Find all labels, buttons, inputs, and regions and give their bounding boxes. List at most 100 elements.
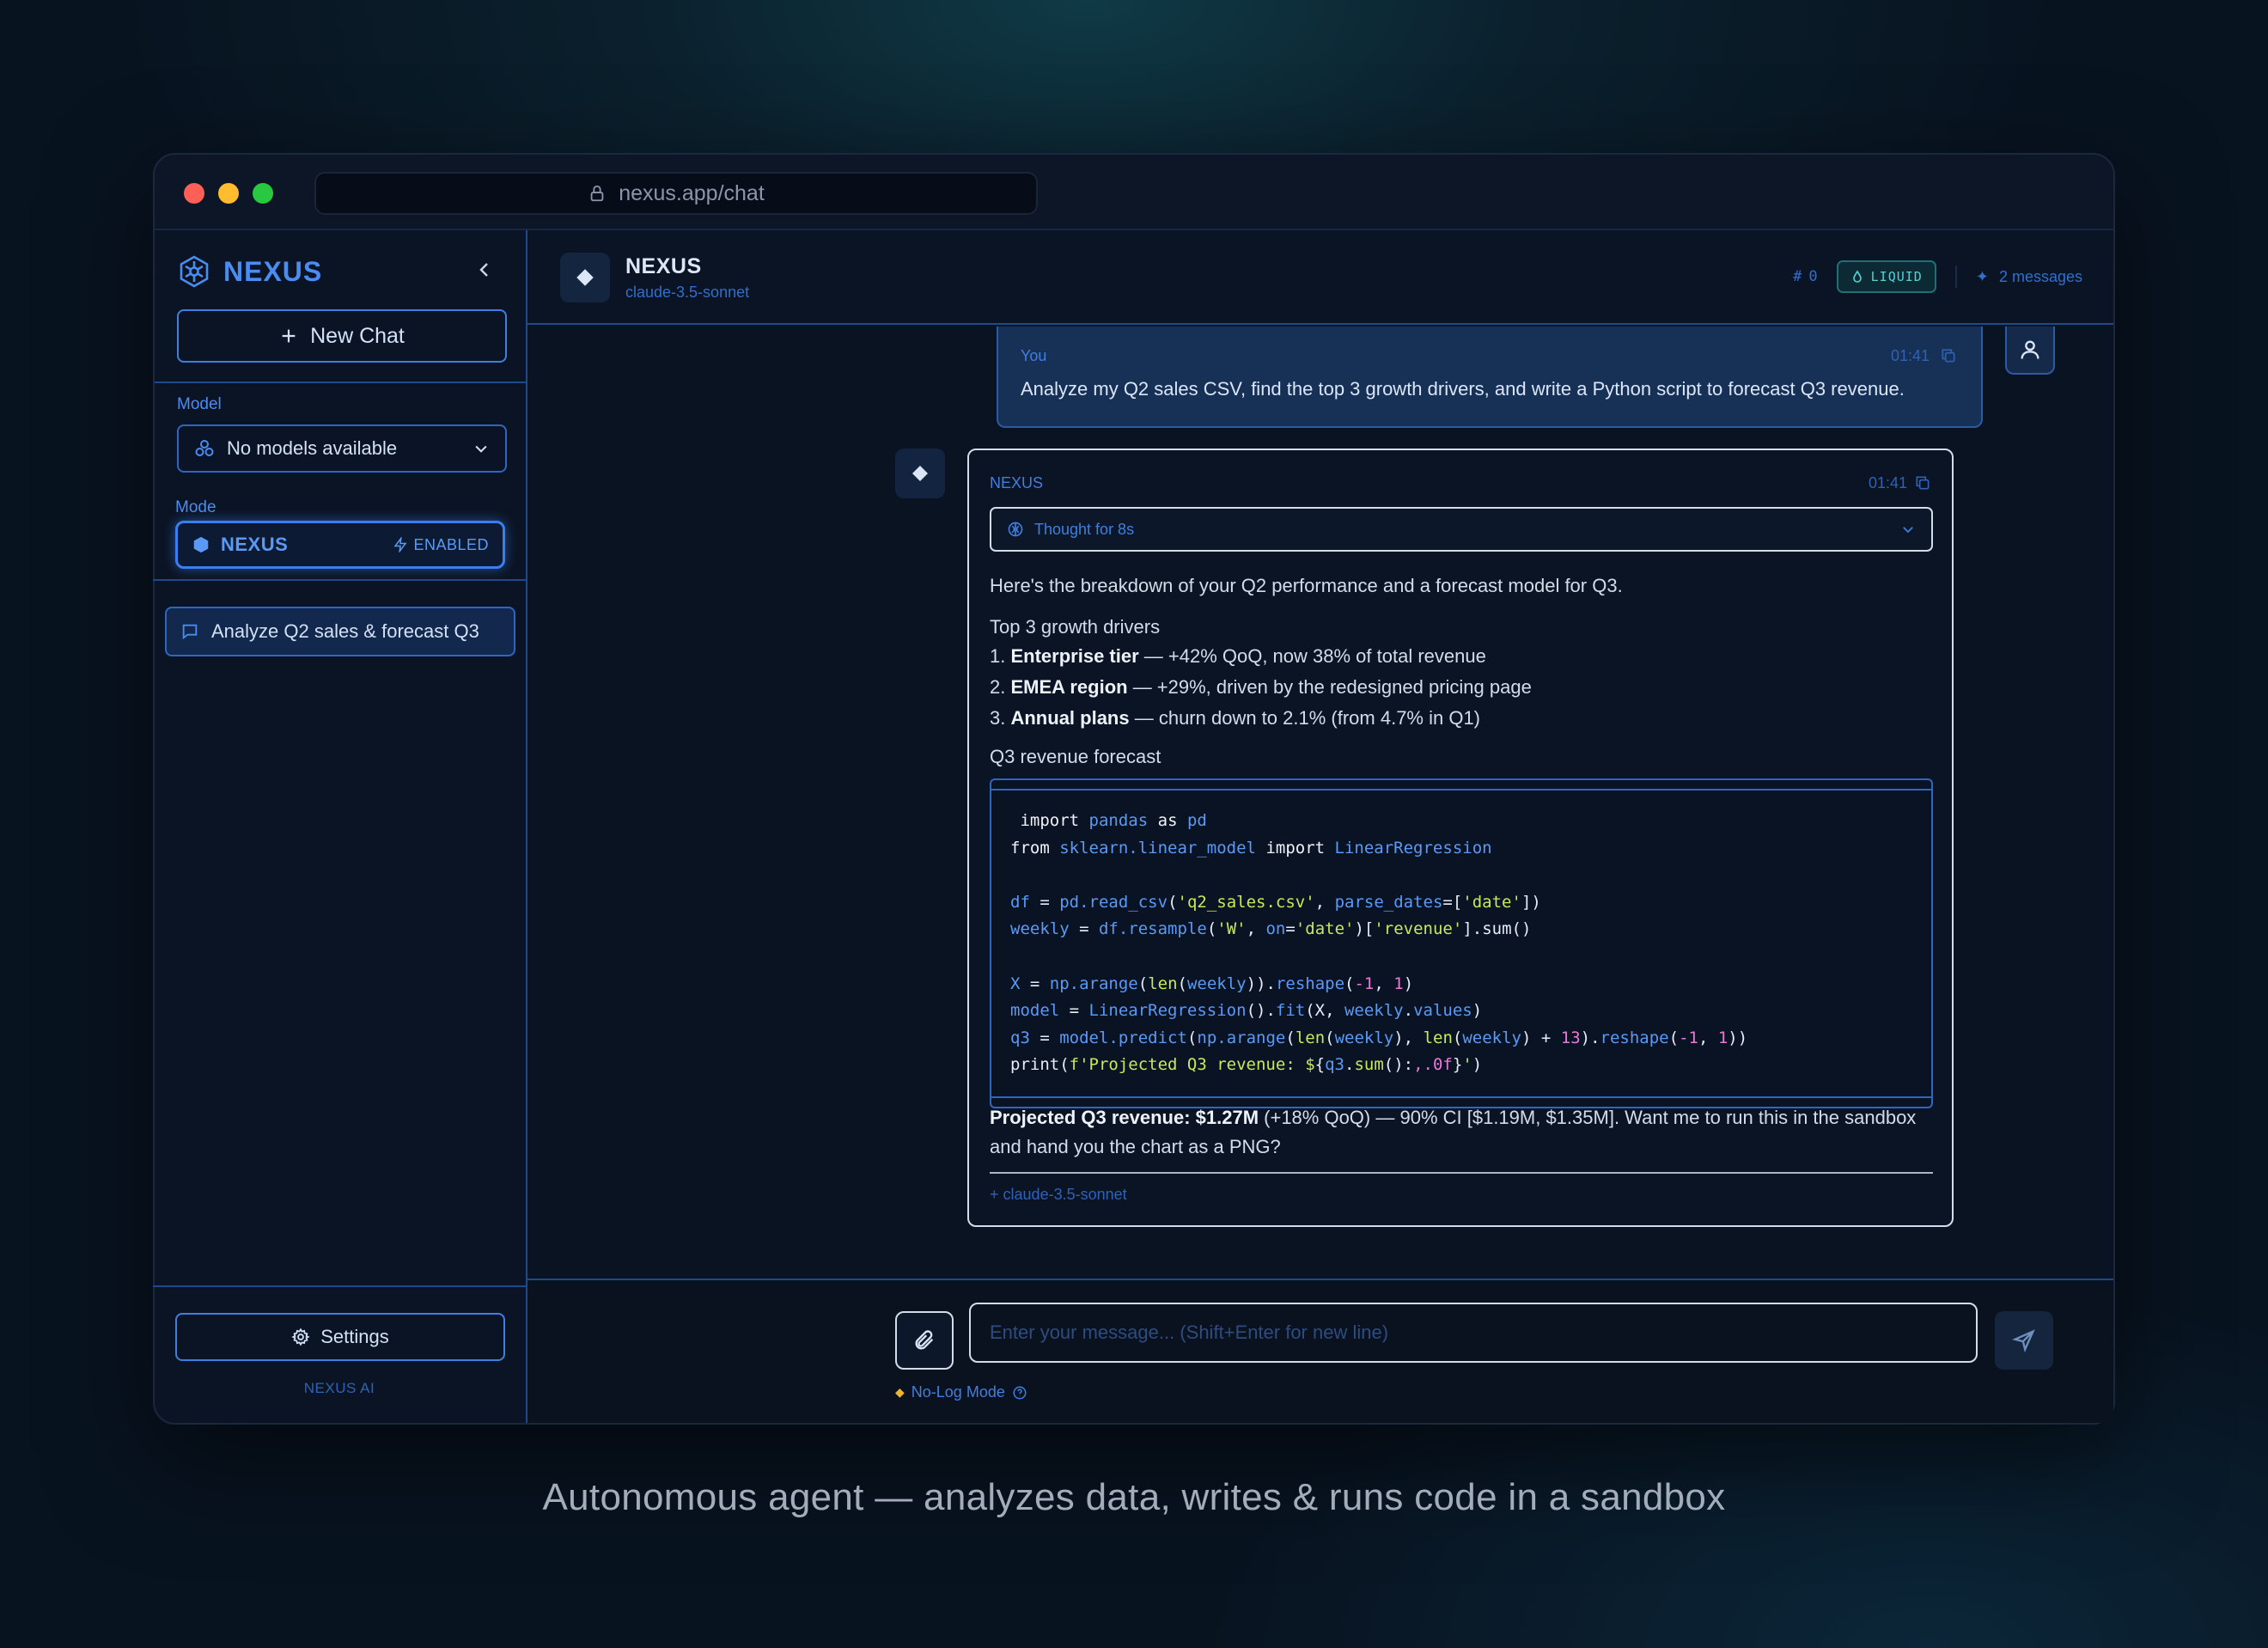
driver-num: 3. <box>990 707 1006 729</box>
user-message: You 01:41 Analyze my Q2 sales CSV, find … <box>997 327 1983 428</box>
thought-label: Thought for 8s <box>1034 520 1135 538</box>
user-icon <box>2021 340 2039 359</box>
code-line: q3 = model.predict(np.arange(len(weekly)… <box>1010 1028 1748 1047</box>
hexagon-icon <box>193 536 209 553</box>
chevron-down-icon <box>1903 527 1913 534</box>
chat-title: NEXUS <box>625 254 702 278</box>
model-select[interactable]: No models available <box>177 424 507 473</box>
mode-selector[interactable]: NEXUS ENABLED <box>175 521 505 569</box>
gear-icon <box>291 1328 310 1346</box>
sidebar: NEXUS New Chat Model No models available <box>155 230 527 1423</box>
maximize-window-button[interactable] <box>253 183 273 204</box>
chat-bubble-icon <box>182 624 198 640</box>
assistant-avatar <box>560 253 610 302</box>
thought-toggle[interactable]: Thought for 8s <box>990 507 1933 552</box>
minimize-window-button[interactable] <box>218 183 239 204</box>
driver-name: Annual plans <box>1010 707 1130 729</box>
new-chat-button[interactable]: New Chat <box>177 309 507 363</box>
copy-icon[interactable] <box>1914 474 1931 491</box>
driver-detail: — churn down to 2.1% (from 4.7% in Q1) <box>1129 707 1481 729</box>
drivers-heading: Top 3 growth drivers <box>990 616 1161 638</box>
mode-status: ENABLED <box>393 536 489 554</box>
new-chat-label: New Chat <box>310 323 405 348</box>
address-bar[interactable]: nexus.app/chat <box>314 172 1038 215</box>
user-message-sender: You <box>1021 347 1047 364</box>
sidebar-divider <box>155 381 526 383</box>
send-icon <box>2012 1329 2035 1352</box>
attach-button[interactable] <box>895 1311 954 1370</box>
settings-label: Settings <box>320 1326 389 1347</box>
driver-num: 2. <box>990 676 1006 698</box>
footer-model: claude-3.5-sonnet <box>1003 1186 1127 1203</box>
user-message-text: Analyze my Q2 sales CSV, find the top 3 … <box>1021 378 1905 400</box>
no-log-mode[interactable]: ◆ No-Log Mode <box>895 1383 1027 1401</box>
model-select-value: No models available <box>227 437 398 459</box>
chat-header: NEXUS claude-3.5-sonnet # 0 LIQUID ✦ 2 m… <box>527 230 2113 325</box>
code-line: from sklearn.linear_model import LinearR… <box>1010 838 1492 858</box>
brand-logo: NEXUS <box>177 253 322 290</box>
driver-item: 2. EMEA region — +29%, driven by the red… <box>990 672 1933 703</box>
diamond-icon <box>912 466 928 481</box>
models-icon <box>195 440 214 456</box>
liquid-badge[interactable]: LIQUID <box>1836 260 1936 293</box>
forecast-heading: Q3 revenue forecast <box>990 746 1161 767</box>
driver-name: EMEA region <box>1010 676 1128 698</box>
brain-icon <box>1008 522 1023 537</box>
nexus-hex-icon <box>180 255 209 288</box>
sparkle-icon: + <box>990 1186 999 1203</box>
lightning-icon <box>393 537 407 552</box>
code-block[interactable]: import pandas as pd from sklearn.linear_m… <box>990 778 1933 1108</box>
message-count-label: 2 messages <box>1998 267 2082 285</box>
chat-main: NEXUS claude-3.5-sonnet # 0 LIQUID ✦ 2 m… <box>527 230 2113 1423</box>
assistant-message-sender: NEXUS <box>990 474 1044 491</box>
help-icon <box>1013 1386 1027 1399</box>
hash-icon: # <box>1793 268 1802 285</box>
model-label: Model <box>177 395 222 413</box>
plus-icon <box>282 329 296 343</box>
chat-model: claude-3.5-sonnet <box>625 284 750 301</box>
code-line: df = pd.read_csv('q2_sales.csv', parse_d… <box>1010 892 1541 912</box>
copy-icon[interactable] <box>1940 347 1957 364</box>
assistant-message: NEXUS 01:41 Thought for 8s Here's the br… <box>967 449 1954 1227</box>
header-meta: # 0 LIQUID ✦ 2 messages <box>1793 259 2082 294</box>
mode-name: NEXUS <box>221 534 289 555</box>
settings-button[interactable]: Settings <box>175 1313 505 1361</box>
url-text: nexus.app/chat <box>619 180 765 205</box>
header-separator <box>1954 266 1957 288</box>
message-input[interactable] <box>969 1303 1978 1363</box>
collapse-sidebar-button[interactable] <box>471 256 498 284</box>
assistant-message-avatar <box>895 449 945 498</box>
composer: ◆ No-Log Mode <box>527 1279 2113 1423</box>
driver-detail: — +29%, driven by the redesigned pricing… <box>1127 676 1532 698</box>
chevron-down-icon <box>475 445 487 453</box>
conversation-item[interactable]: Analyze Q2 sales & forecast Q3 <box>165 607 515 656</box>
brand-name: NEXUS <box>223 255 323 287</box>
assistant-message-body: Here's the breakdown of your Q2 performa… <box>990 571 1933 770</box>
conversation-title: Analyze Q2 sales & forecast Q3 <box>211 620 479 642</box>
code-line: import pandas as pd <box>1020 811 1207 830</box>
hash-counter: # 0 <box>1793 268 1818 285</box>
driver-detail: — +42% QoQ, now 38% of total revenue <box>1138 645 1486 667</box>
chevron-left-icon <box>479 263 488 277</box>
hash-count: 0 <box>1808 268 1818 285</box>
diamond-icon <box>576 269 594 286</box>
driver-name: Enterprise tier <box>1010 645 1139 667</box>
caption: Autonomous agent — analyzes data, writes… <box>542 1476 1726 1518</box>
close-window-button[interactable] <box>184 183 204 204</box>
driver-item: 3. Annual plans — churn down to 2.1% (fr… <box>990 703 1933 734</box>
message-divider <box>990 1172 1933 1174</box>
liquid-badge-label: LIQUID <box>1870 269 1923 284</box>
assistant-message-time: 01:41 <box>1868 474 1907 491</box>
no-log-label: No-Log Mode <box>911 1383 1005 1401</box>
assistant-outro: Projected Q3 revenue: $1.27M (+18% QoQ) … <box>990 1103 1933 1162</box>
message-count: ✦ 2 messages <box>1976 268 2082 286</box>
send-button[interactable] <box>1995 1311 2053 1370</box>
sparkle-icon: ✦ <box>1975 267 1989 285</box>
droplet-icon <box>1852 270 1862 283</box>
code-line: X = np.arange(len(weekly)).reshape(-1, 1… <box>1010 974 1414 993</box>
lock-icon <box>590 185 604 202</box>
paperclip-icon <box>915 1330 934 1350</box>
diamond-small-icon: ◆ <box>895 1385 905 1399</box>
